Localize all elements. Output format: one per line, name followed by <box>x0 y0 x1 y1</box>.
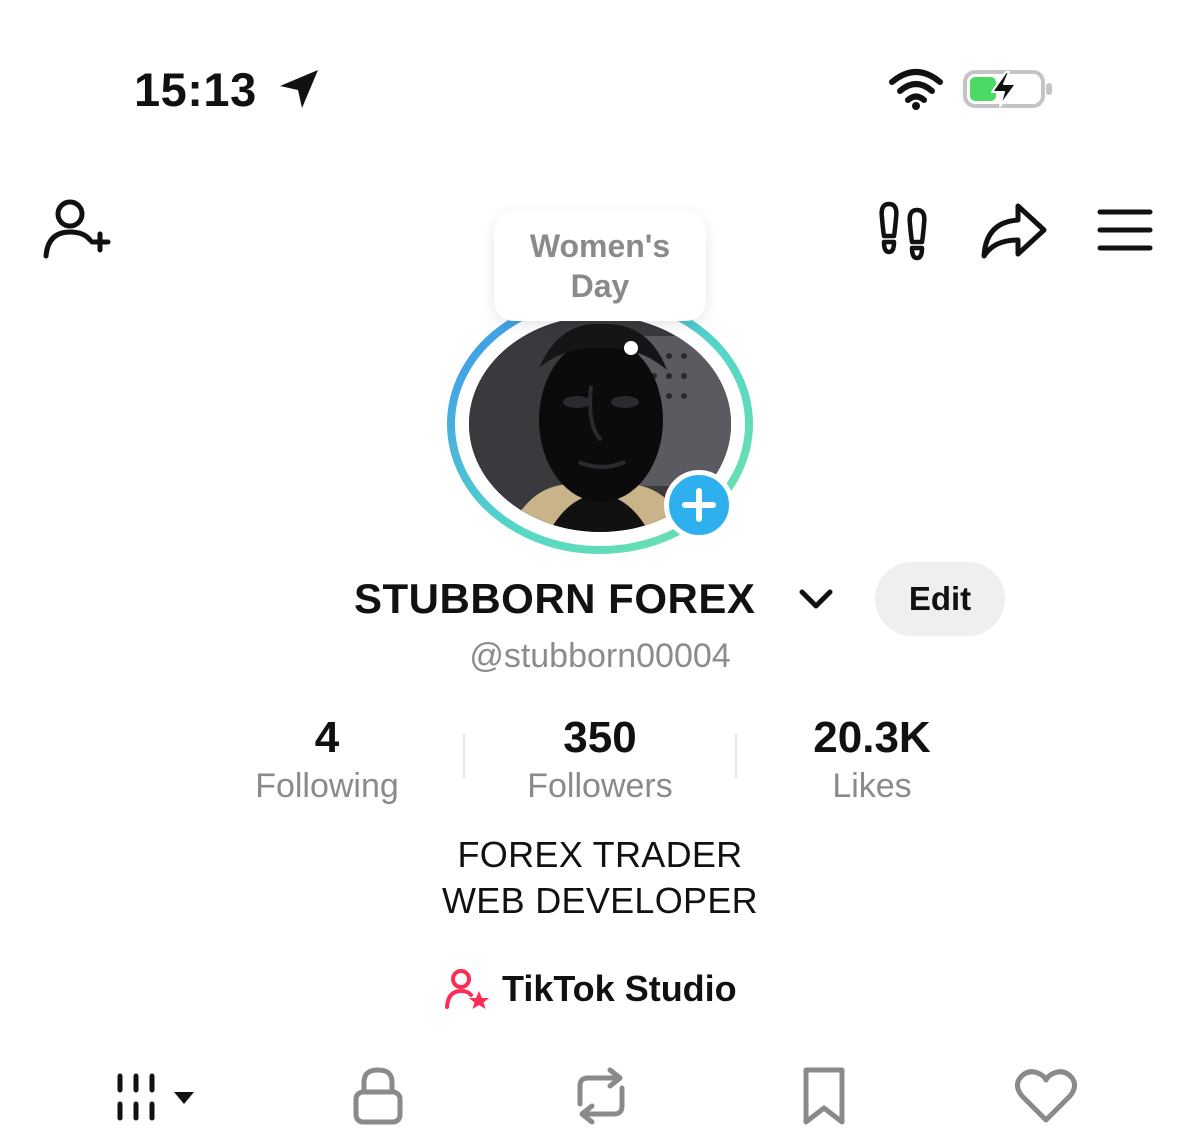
likes-label: Likes <box>832 767 912 805</box>
status-time: 15:13 <box>134 63 257 116</box>
chevron-down-icon[interactable] <box>796 582 836 616</box>
following-count: 4 <box>314 713 340 762</box>
bio-line: WEB DEVELOPER <box>442 880 758 921</box>
bubble-tail-dot <box>624 341 638 355</box>
stat-following[interactable]: 4 Following <box>207 712 447 808</box>
tiktok-studio-link[interactable]: TikTok Studio <box>444 964 737 1014</box>
username: @stubborn00004 <box>469 637 731 675</box>
story-bubble[interactable]: Women's Day <box>494 211 706 321</box>
lock-icon[interactable] <box>350 1064 406 1128</box>
battery-charging-icon <box>963 70 1052 108</box>
stat-divider <box>735 734 737 778</box>
bookmark-icon[interactable] <box>800 1064 848 1128</box>
stat-followers[interactable]: 350 Followers <box>480 712 720 808</box>
share-icon[interactable] <box>978 200 1050 262</box>
bubble-text: Women's Day <box>529 228 671 304</box>
creator-star-icon <box>445 969 489 1009</box>
wifi-icon <box>889 69 943 110</box>
heart-icon[interactable] <box>1014 1064 1078 1128</box>
repost-icon[interactable] <box>568 1064 634 1128</box>
location-arrow-icon <box>280 70 318 108</box>
stat-divider <box>463 734 465 778</box>
add-story-button[interactable] <box>664 470 734 540</box>
plus-icon <box>682 488 716 522</box>
following-label: Following <box>255 767 399 805</box>
followers-label: Followers <box>527 767 673 805</box>
followers-count: 350 <box>563 713 637 762</box>
display-name[interactable]: STUBBORN FOREX <box>354 574 755 624</box>
footprints-icon[interactable] <box>874 200 936 262</box>
studio-label: TikTok Studio <box>502 968 737 1009</box>
add-friend-icon[interactable] <box>40 198 112 262</box>
menu-icon[interactable] <box>1094 204 1156 256</box>
edit-button[interactable]: Edit <box>875 562 1005 636</box>
stat-likes[interactable]: 20.3K Likes <box>752 712 992 808</box>
likes-count: 20.3K <box>813 713 931 762</box>
bio-line: FOREX TRADER <box>457 834 743 875</box>
grid-icon[interactable] <box>112 1064 204 1128</box>
